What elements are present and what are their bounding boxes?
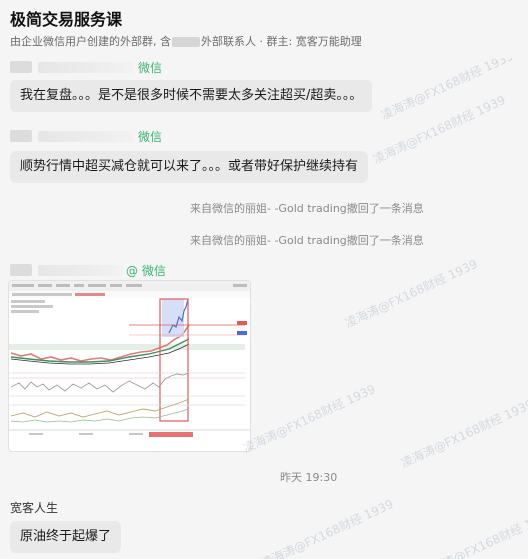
watermark: 凌海涛@FX168财经 1939	[342, 256, 480, 331]
watermark: 凌海涛@FX168财经 1939	[378, 58, 516, 123]
avatar[interactable]	[10, 61, 32, 73]
message-bubble[interactable]: 原油终于起爆了	[10, 521, 122, 553]
system-notice-recall: 来自微信的丽姐- -Gold trading撤回了一条消息	[190, 202, 424, 215]
wechat-tag: @ 微信	[126, 263, 166, 278]
redacted-sender-name	[38, 130, 134, 142]
message-sender: @ 微信	[10, 262, 166, 278]
trading-chart-screenshot	[9, 281, 250, 437]
subtitle-prefix: 由企业微信用户创建的外部群, 含	[10, 35, 171, 48]
system-notice-recall: 来自微信的丽姐- -Gold trading撤回了一条消息	[190, 234, 424, 247]
redacted-sender-name	[38, 61, 134, 73]
sender-name[interactable]: 宽客人生	[10, 499, 58, 516]
message-sender: 微信	[10, 59, 162, 75]
subtitle-suffix: 外部联系人 · 群主: 宽客万能助理	[201, 35, 362, 48]
avatar[interactable]	[10, 130, 32, 142]
watermark: 凌海涛@FX168财经 1939	[398, 396, 528, 471]
message-sender: 微信	[10, 128, 162, 144]
watermark: 凌海涛@FX168财经 1939	[370, 92, 508, 167]
watermark: 凌海涛@FX168财经 1939	[418, 506, 528, 559]
message-timestamp: 昨天 19:30	[280, 471, 338, 484]
chart-image-message[interactable]	[8, 280, 251, 452]
watermark: 凌海涛@FX168财经 1939	[258, 496, 396, 559]
message-bubble[interactable]: 我在复盘。。。是不是很多时候不需要太多关注超买/超卖。。。	[10, 80, 373, 112]
avatar[interactable]	[10, 264, 32, 276]
message-bubble[interactable]: 顺势行情中超买减仓就可以来了。。。或者带好保护继续持有	[10, 151, 369, 183]
chat-header: 极简交易服务课 由企业微信用户创建的外部群, 含 外部联系人 · 群主: 宽客万能…	[0, 0, 528, 58]
group-subtitle: 由企业微信用户创建的外部群, 含 外部联系人 · 群主: 宽客万能助理	[10, 35, 518, 49]
wechat-tag: 微信	[138, 60, 163, 75]
redacted-sender-name	[38, 264, 122, 276]
redacted-count	[172, 37, 200, 47]
wechat-tag: 微信	[138, 129, 163, 144]
group-title[interactable]: 极简交易服务课	[10, 9, 518, 31]
message-list[interactable]: 微信 我在复盘。。。是不是很多时候不需要太多关注超买/超卖。。。 微信 顺势行情…	[0, 58, 528, 559]
watermark: 凌海涛@FX168财经 1939	[240, 381, 378, 456]
